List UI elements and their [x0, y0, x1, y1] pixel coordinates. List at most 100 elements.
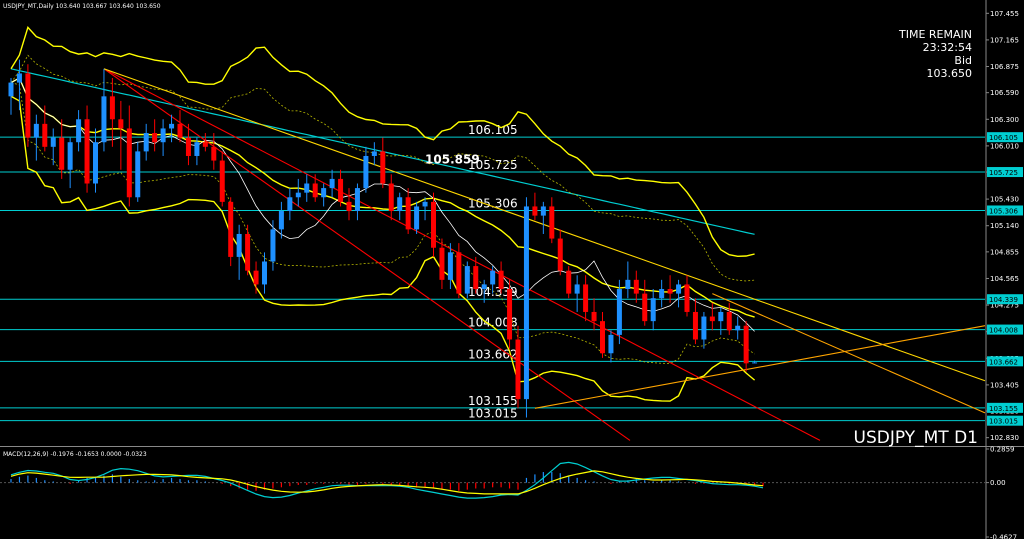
candle-body [152, 133, 158, 143]
candle-body [245, 233, 251, 271]
macd-tick-label: -0.4627 [990, 534, 1017, 539]
candle-body [338, 178, 344, 202]
level-label: 105.306 [468, 196, 518, 210]
macd-tick-label: 0.00 [990, 479, 1006, 487]
candle-body [304, 183, 310, 193]
candle-body [321, 188, 327, 198]
candle-body [93, 142, 98, 184]
candle-body [701, 316, 707, 340]
macd-tick-label: 0.2859 [990, 446, 1015, 454]
candle-body [25, 73, 31, 138]
price-tick-label: 102.830 [990, 434, 1019, 442]
candle-body [456, 252, 462, 294]
price-type: Bid [954, 54, 972, 67]
candle-body [684, 284, 690, 312]
candle-body [633, 279, 639, 294]
candle-body [532, 206, 538, 216]
candle-body [414, 206, 420, 230]
chart-background [0, 0, 1024, 539]
candle-body [202, 142, 208, 147]
level-price-tag-label: 105.725 [989, 169, 1018, 177]
level-price-tag-label: 106.105 [989, 134, 1018, 142]
price-tick-label: 106.300 [990, 116, 1019, 124]
candle-body [600, 321, 605, 354]
candle-body [278, 211, 284, 230]
candle-body [540, 206, 546, 216]
candle-body [118, 119, 124, 129]
candle-body [84, 119, 90, 184]
candle-body [490, 270, 496, 285]
candle-body [709, 316, 715, 322]
candle-body [388, 183, 394, 212]
candle-body [169, 123, 175, 129]
price-tick-label: 106.590 [990, 89, 1019, 97]
macd-info: MACD(12,26,9) -0.1976 -0.1653 0.0000 -0.… [3, 451, 147, 458]
candle-body [439, 247, 445, 280]
candle-body [507, 289, 513, 340]
time-remain-label: TIME REMAIN [898, 28, 972, 41]
candle-body [608, 334, 614, 354]
level-price-tag-label: 104.008 [989, 327, 1018, 335]
candle-body [135, 151, 141, 198]
candle-body [287, 197, 293, 212]
candle-body [464, 266, 470, 294]
price-tick-label: 104.855 [990, 248, 1019, 256]
candle-body [549, 206, 555, 239]
candle-body [160, 128, 166, 143]
candle-body [219, 160, 225, 202]
level-price-tag-label: 103.155 [989, 405, 1018, 413]
candle-body [583, 284, 589, 312]
candle-body [42, 123, 48, 147]
candle-body [194, 142, 200, 156]
price-tick-label: 106.010 [990, 142, 1019, 150]
candle-body [211, 146, 217, 161]
candle-body [642, 293, 648, 322]
candle-body [566, 270, 572, 294]
candle-body [498, 270, 504, 290]
candle-body [735, 325, 741, 331]
candle-body [270, 229, 276, 262]
candle-body [143, 133, 149, 152]
candle-body [67, 142, 73, 170]
candle-body [692, 311, 698, 340]
candle-body [616, 289, 622, 335]
candle-body [59, 137, 65, 170]
candle-body [363, 155, 369, 189]
price-tick-label: 104.565 [990, 275, 1019, 283]
candle-body [236, 233, 242, 257]
candle-body [743, 325, 749, 364]
price-annotation: 105.859 [425, 153, 480, 167]
candle-body [329, 178, 335, 189]
candle-body [557, 238, 563, 271]
candle-body [667, 289, 673, 294]
price-tick-label: 105.140 [990, 222, 1019, 230]
candle-body [481, 284, 487, 290]
candle-body [253, 270, 259, 285]
candle-body [447, 252, 453, 280]
candle-body [650, 298, 656, 322]
candle-body [523, 206, 529, 400]
level-price-tag-label: 105.306 [989, 207, 1018, 215]
candle-body [625, 279, 631, 290]
candle-body [109, 96, 115, 120]
candle-body [228, 201, 234, 257]
candle-body [295, 192, 301, 198]
price-tick-label: 106.875 [990, 63, 1019, 71]
price-tick-label: 107.455 [990, 10, 1019, 18]
candle-body [50, 137, 56, 147]
candle-body [16, 73, 22, 83]
candle-body [185, 137, 191, 156]
candle-body [676, 284, 682, 294]
candle-body [574, 284, 580, 294]
level-price-tag-label: 103.662 [989, 358, 1018, 366]
level-label: 103.015 [468, 407, 518, 421]
candle-body [397, 197, 403, 212]
bid-price: 103.650 [927, 67, 973, 80]
candle-body [431, 201, 436, 248]
price-tick-label: 103.405 [990, 381, 1019, 389]
level-price-tag-label: 104.339 [989, 296, 1018, 304]
candle-body [752, 362, 758, 364]
candle-body [8, 82, 14, 97]
candle-body [126, 128, 132, 198]
price-chart[interactable]: 106.105 105.725 105.306 104.339 104.008 103.6… [0, 0, 1024, 539]
